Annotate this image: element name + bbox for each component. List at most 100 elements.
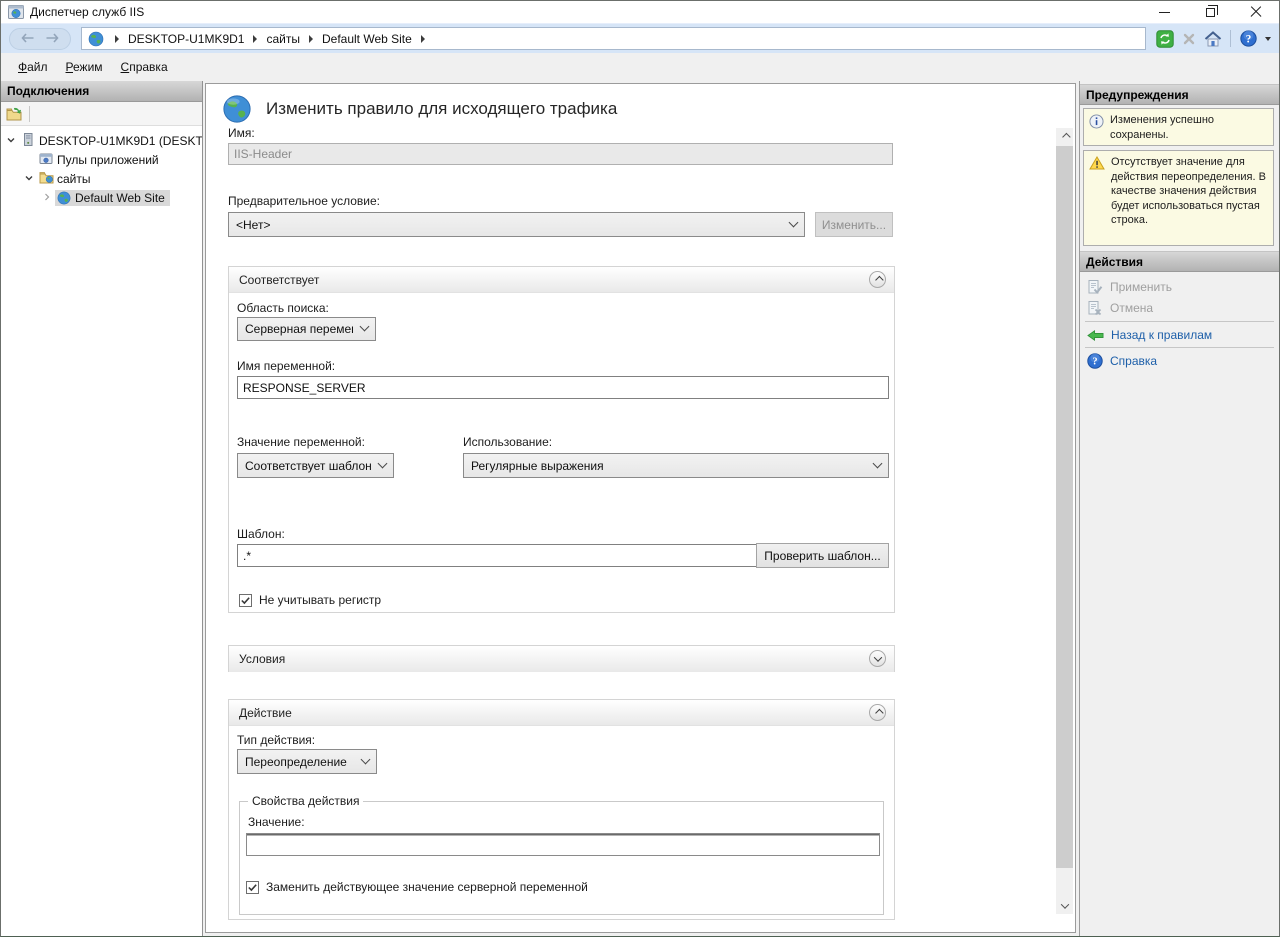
chevron-collapsed-icon[interactable] [42, 191, 52, 205]
breadcrumb-separator-icon [253, 35, 257, 43]
menu-view[interactable]: Режим [57, 55, 112, 79]
close-button[interactable] [1233, 1, 1279, 23]
scope-label: Область поиска: [237, 301, 329, 315]
window-controls [1141, 1, 1279, 23]
help-dropdown-icon[interactable] [1265, 37, 1271, 41]
tree-item-app-pools[interactable]: Пулы приложений [1, 150, 202, 169]
action-properties-group: Свойства действия Значение: Заменить дей… [239, 801, 884, 915]
warning-notice-text: Отсутствует значение для действия переоп… [1111, 155, 1268, 241]
test-pattern-button[interactable]: Проверить шаблон... [756, 543, 889, 568]
action-type-select[interactable]: Переопределение [237, 749, 377, 774]
collapse-icon[interactable] [869, 271, 886, 288]
window-title: Диспетчер служб IIS [30, 5, 144, 19]
value-label: Значение: [248, 815, 305, 829]
variable-name-label: Имя переменной: [237, 359, 335, 373]
restore-icon [1206, 8, 1215, 17]
svg-text:?: ? [1092, 357, 1097, 368]
tree-item-server[interactable]: DESKTOP-U1MK9D1 (DESKTOI [1, 131, 202, 150]
right-panel: Предупреждения Изменения успешно сохране… [1079, 81, 1279, 936]
globe-icon [222, 94, 252, 127]
help-icon[interactable]: ? [1239, 29, 1258, 48]
apply-action: Применить [1087, 277, 1275, 297]
chevron-expanded-icon[interactable] [24, 172, 34, 186]
actions-separator [1085, 321, 1274, 322]
match-section: Соответствует Область поиска: Серверная … [228, 266, 895, 613]
home-icon[interactable] [1203, 29, 1222, 48]
precondition-select[interactable]: <Нет> [228, 212, 805, 237]
action-type-label: Тип действия: [237, 733, 315, 747]
actions-header: Действия [1080, 251, 1279, 272]
toolbar-separator [1230, 30, 1231, 47]
vertical-scrollbar[interactable] [1056, 128, 1073, 914]
address-bar[interactable]: DESKTOP-U1MK9D1 сайты Default Web Site [81, 27, 1146, 50]
scroll-down-button[interactable] [1056, 897, 1073, 914]
scrollbar-thumb[interactable] [1056, 146, 1073, 868]
breadcrumb-item-sites[interactable]: сайты [266, 32, 300, 46]
back-icon[interactable] [21, 32, 35, 46]
conditions-section-header[interactable]: Условия [229, 646, 894, 672]
menu-file[interactable]: Файл [9, 55, 57, 79]
connections-header: Подключения [1, 81, 202, 102]
tree-item-default-web-site[interactable]: Default Web Site [1, 188, 202, 207]
ignore-case-row: Не учитывать регистр [239, 593, 381, 607]
connections-toolbar [1, 102, 202, 126]
using-select[interactable]: Регулярные выражения [463, 453, 889, 478]
close-icon [1250, 6, 1262, 18]
ignore-case-label: Не учитывать регистр [259, 593, 381, 607]
help-icon: ? [1087, 353, 1103, 369]
name-label: Имя: [228, 126, 255, 140]
minimize-icon [1159, 12, 1170, 13]
chevron-down-icon [362, 756, 369, 763]
replace-value-label: Заменить действующее значение серверной … [266, 880, 588, 894]
scroll-up-button[interactable] [1056, 128, 1073, 145]
breadcrumb-separator-icon [421, 35, 425, 43]
content-area: Изменить правило для исходящего трафика … [203, 81, 1079, 936]
breadcrumb-separator-icon [309, 35, 313, 43]
new-connection-icon[interactable] [6, 107, 22, 121]
app-window: Диспетчер служб IIS DESKTOP-U1MK9D1 сайт… [0, 0, 1280, 937]
action-section-title: Действие [239, 706, 292, 720]
replace-value-checkbox[interactable] [246, 881, 259, 894]
apply-icon [1087, 279, 1103, 295]
nav-buttons [9, 28, 71, 50]
connections-panel: Подключения DESKTOP-U1MK9D1 (DESKTOI Пул… [1, 81, 203, 936]
expand-icon[interactable] [869, 650, 886, 667]
svg-text:?: ? [1246, 33, 1252, 45]
menu-bar: Файл Режим Справка [1, 53, 1279, 81]
tree-item-label: Пулы приложений [57, 153, 159, 167]
tree-item-label: сайты [57, 172, 91, 186]
tree-selection[interactable]: Default Web Site [55, 190, 170, 206]
apply-label: Применить [1110, 280, 1172, 294]
variable-name-input[interactable] [237, 376, 889, 399]
info-notice-text: Изменения успешно сохранены. [1110, 113, 1268, 141]
breadcrumb-item-default-web-site[interactable]: Default Web Site [322, 32, 412, 46]
action-properties-legend: Свойства действия [248, 794, 363, 808]
server-icon [21, 132, 35, 149]
refresh-icon[interactable] [1155, 29, 1174, 48]
ignore-case-checkbox[interactable] [239, 594, 252, 607]
back-to-rules-link[interactable]: Назад к правилам [1087, 325, 1275, 345]
chevron-down-icon [874, 460, 881, 467]
warning-notice: Отсутствует значение для действия переоп… [1083, 150, 1274, 246]
using-label: Использование: [463, 435, 552, 449]
help-link[interactable]: ? Справка [1087, 351, 1275, 371]
scope-select[interactable]: Серверная переменн [237, 317, 376, 341]
pattern-input[interactable] [237, 544, 757, 567]
stop-icon [1179, 29, 1198, 48]
collapse-icon[interactable] [869, 704, 886, 721]
minimize-button[interactable] [1141, 1, 1187, 23]
variable-value-select[interactable]: Соответствует шаблону [237, 453, 394, 478]
back-arrow-icon [1087, 329, 1104, 342]
action-section-header[interactable]: Действие [229, 700, 894, 726]
breadcrumb-item-server[interactable]: DESKTOP-U1MK9D1 [128, 32, 244, 46]
tree-item-sites[interactable]: сайты [1, 169, 202, 188]
chevron-expanded-icon[interactable] [6, 134, 16, 148]
page-title: Изменить правило для исходящего трафика [266, 99, 617, 119]
pattern-label: Шаблон: [237, 527, 285, 541]
restore-button[interactable] [1187, 1, 1233, 23]
chevron-down-icon [379, 460, 386, 467]
menu-help[interactable]: Справка [112, 55, 177, 79]
match-section-header[interactable]: Соответствует [229, 267, 894, 293]
forward-icon[interactable] [45, 32, 59, 46]
value-input[interactable] [246, 833, 880, 856]
